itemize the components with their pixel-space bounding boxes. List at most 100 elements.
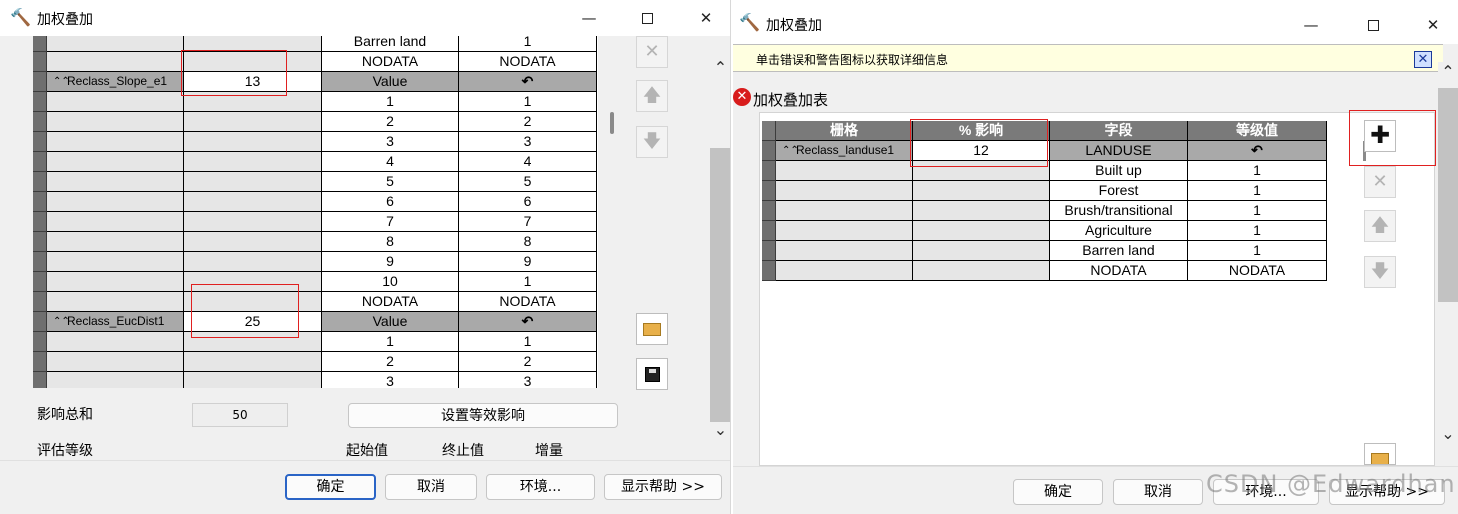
field-cell[interactable]: Forest xyxy=(1050,181,1188,201)
scroll-down-icon[interactable]: ⌄ xyxy=(710,420,730,439)
scale-cell[interactable]: 7 xyxy=(459,212,597,232)
table-row[interactable]: NODATA NODATA xyxy=(762,261,1328,281)
field-cell[interactable]: 3 xyxy=(322,132,459,152)
move-down-button[interactable]: 🡇 xyxy=(1364,256,1396,288)
group-header-row[interactable]: ⌃⌃ Reclass_EucDist1 25 Value ↶ xyxy=(33,312,598,332)
minimize-button[interactable]: — xyxy=(1288,11,1334,39)
group-header-row[interactable]: ⌃⌃ Reclass_Slope_e1 13 Value ↶ xyxy=(33,72,598,92)
add-raster-button[interactable]: ✚ xyxy=(1364,120,1396,152)
scale-cell[interactable]: NODATA xyxy=(1188,261,1327,281)
scale-cell[interactable]: 1 xyxy=(1188,201,1327,221)
field-cell[interactable]: 1 xyxy=(322,92,459,112)
row-header[interactable] xyxy=(33,92,47,112)
row-header[interactable] xyxy=(33,372,47,388)
col-field[interactable]: 字段 xyxy=(1050,121,1188,141)
table-row[interactable]: 22 xyxy=(33,112,598,132)
scroll-up-icon[interactable]: ⌃ xyxy=(1438,62,1458,81)
field-cell[interactable]: 1 xyxy=(322,332,459,352)
scale-cell[interactable]: 9 xyxy=(459,252,597,272)
maximize-button[interactable] xyxy=(1350,11,1396,39)
close-x-icon[interactable]: ✕ xyxy=(1414,51,1432,68)
row-header[interactable] xyxy=(33,272,47,292)
row-header[interactable] xyxy=(33,292,47,312)
undo-icon[interactable]: ↶ xyxy=(459,312,597,332)
scale-cell[interactable]: 3 xyxy=(459,372,597,388)
field-cell[interactable]: 10 xyxy=(322,272,459,292)
scale-cell[interactable]: 1 xyxy=(1188,221,1327,241)
table-row[interactable]: NODATA NODATA xyxy=(33,52,598,72)
table-row[interactable]: Brush/transitional 1 xyxy=(762,201,1328,221)
undo-icon[interactable]: ↶ xyxy=(1188,141,1327,161)
cancel-button[interactable]: 取消 xyxy=(385,474,477,500)
set-equal-influence-button[interactable]: 设置等效影响 xyxy=(348,403,618,428)
row-header[interactable] xyxy=(33,352,47,372)
table-row[interactable]: 33 xyxy=(33,372,598,388)
raster-name-cell[interactable]: ⌃⌃ Reclass_Slope_e1 xyxy=(47,72,184,92)
field-cell[interactable]: Agriculture xyxy=(1050,221,1188,241)
scale-cell[interactable]: 1 xyxy=(459,272,597,292)
table-row[interactable]: Agriculture 1 xyxy=(762,221,1328,241)
table-row[interactable]: Barren land 1 xyxy=(33,36,598,52)
minimize-button[interactable]: — xyxy=(566,4,612,32)
row-header[interactable] xyxy=(33,232,47,252)
table-row[interactable]: 77 xyxy=(33,212,598,232)
group-header-row[interactable]: ⌃⌃ Reclass_landuse1 12 LANDUSE ↶ xyxy=(762,141,1328,161)
field-cell[interactable]: 7 xyxy=(322,212,459,232)
field-cell[interactable]: 2 xyxy=(322,112,459,132)
scale-cell[interactable]: 3 xyxy=(459,132,597,152)
open-table-button[interactable] xyxy=(1364,443,1396,465)
row-header[interactable] xyxy=(33,52,47,72)
field-cell[interactable]: 5 xyxy=(322,172,459,192)
table-row[interactable]: 11 xyxy=(33,92,598,112)
table-row[interactable]: 10 1 xyxy=(33,272,598,292)
field-cell[interactable]: 6 xyxy=(322,192,459,212)
open-table-button[interactable] xyxy=(636,313,668,345)
row-header[interactable] xyxy=(762,161,776,181)
cancel-button[interactable]: 取消 xyxy=(1113,479,1203,505)
scale-cell[interactable]: 1 xyxy=(1188,161,1327,181)
row-header[interactable] xyxy=(33,172,47,192)
row-header[interactable] xyxy=(762,241,776,261)
table-row[interactable]: Built up 1 xyxy=(762,161,1328,181)
scale-cell[interactable]: 8 xyxy=(459,232,597,252)
collapse-icon[interactable]: ⌃⌃ xyxy=(53,72,70,91)
scale-cell[interactable]: NODATA xyxy=(459,292,597,312)
remove-raster-button[interactable]: ✕ xyxy=(636,36,668,68)
scale-cell[interactable]: 1 xyxy=(459,92,597,112)
row-header[interactable] xyxy=(33,212,47,232)
scroll-thumb[interactable] xyxy=(710,148,730,422)
row-header[interactable] xyxy=(762,181,776,201)
ok-button[interactable]: 确定 xyxy=(285,474,376,500)
scale-cell[interactable]: 2 xyxy=(459,352,597,372)
scale-cell[interactable]: NODATA xyxy=(459,52,597,72)
table-row[interactable]: Barren land 1 xyxy=(762,241,1328,261)
influence-input[interactable]: 12 xyxy=(913,141,1050,161)
maximize-button[interactable] xyxy=(624,4,670,32)
scale-cell[interactable]: 5 xyxy=(459,172,597,192)
row-header[interactable] xyxy=(762,141,776,161)
table-row[interactable]: 44 xyxy=(33,152,598,172)
table-row[interactable]: 55 xyxy=(33,172,598,192)
field-cell[interactable]: 4 xyxy=(322,152,459,172)
scale-cell[interactable]: 1 xyxy=(1188,241,1327,261)
scale-cell[interactable]: 4 xyxy=(459,152,597,172)
col-raster[interactable]: 栅格 xyxy=(776,121,913,141)
table-row[interactable]: 99 xyxy=(33,252,598,272)
scale-cell[interactable]: 1 xyxy=(459,36,597,52)
field-cell[interactable]: 3 xyxy=(322,372,459,388)
row-header[interactable] xyxy=(762,221,776,241)
scale-cell[interactable]: 1 xyxy=(1188,181,1327,201)
collapse-icon[interactable]: ⌃⌃ xyxy=(782,141,799,160)
window-scrollbar[interactable]: ⌃ ⌄ xyxy=(1438,62,1458,452)
field-cell[interactable]: NODATA xyxy=(1050,261,1188,281)
influence-input[interactable]: 25 xyxy=(184,312,322,332)
undo-icon[interactable]: ↶ xyxy=(459,72,597,92)
scale-cell[interactable]: 6 xyxy=(459,192,597,212)
row-header[interactable] xyxy=(33,72,47,92)
row-header[interactable] xyxy=(33,312,47,332)
row-header[interactable] xyxy=(33,36,47,52)
table-scroll-thumb[interactable] xyxy=(610,112,614,134)
collapse-icon[interactable]: ⌃⌃ xyxy=(53,312,70,331)
window-scrollbar[interactable]: ⌃ ⌄ xyxy=(710,58,730,448)
col-influence[interactable]: % 影响 xyxy=(913,121,1050,141)
